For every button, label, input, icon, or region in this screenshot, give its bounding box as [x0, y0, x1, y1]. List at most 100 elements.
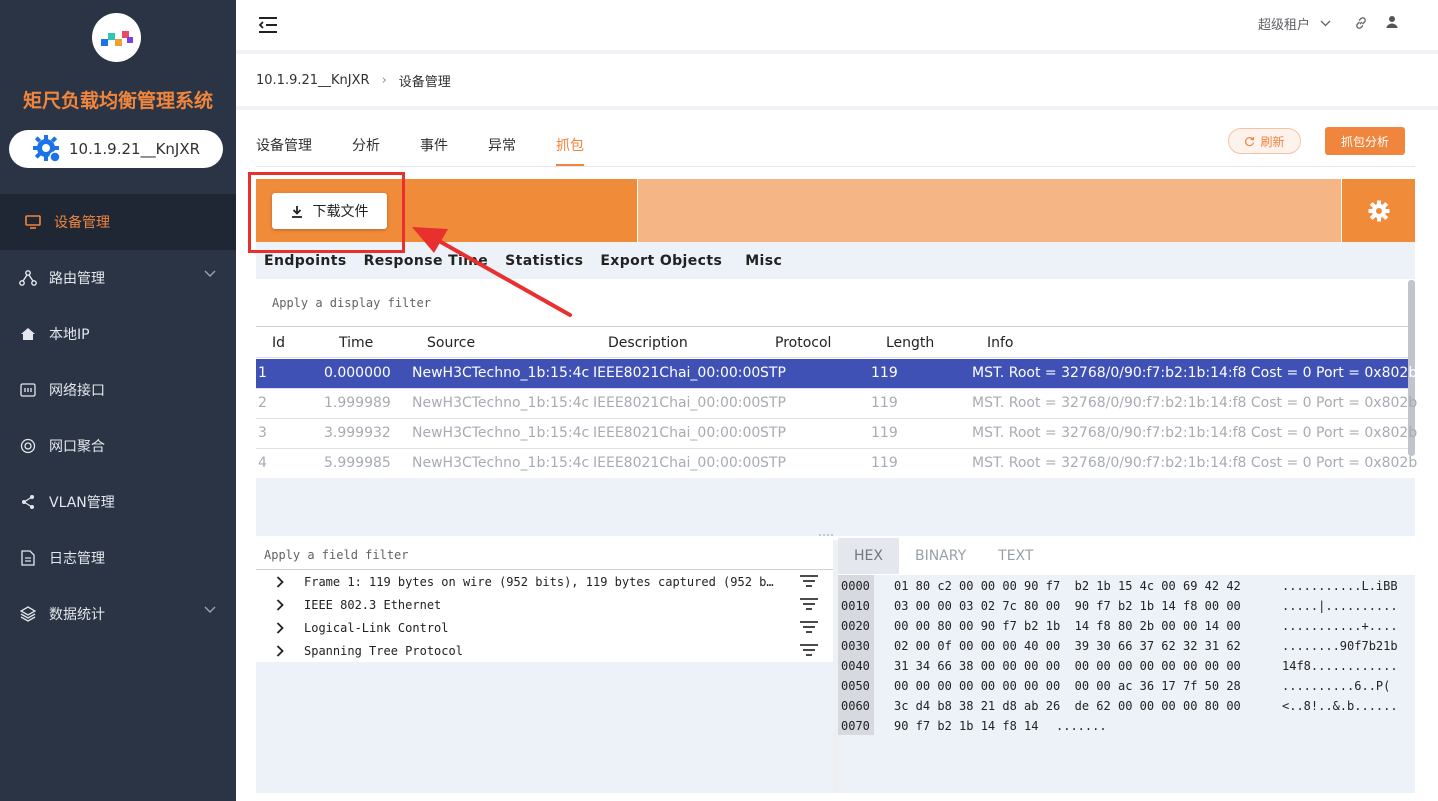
hex-ascii[interactable]: ...........+.... — [1282, 616, 1398, 636]
workspace-bottom-edge — [256, 793, 1415, 801]
tab-text[interactable]: TEXT — [982, 538, 1049, 574]
menu-export-objects[interactable]: Export Objects — [600, 253, 722, 269]
filter-icon[interactable] — [800, 643, 818, 657]
tree-node-ethernet[interactable]: IEEE 802.3 Ethernet — [256, 593, 833, 616]
settings-button[interactable] — [1342, 179, 1415, 242]
column-header[interactable]: Info — [987, 335, 1014, 351]
sidebar-item-local-ip[interactable]: 本地IP — [0, 306, 236, 362]
tab-binary[interactable]: BINARY — [899, 538, 982, 574]
hex-ascii[interactable]: .....|.......... — [1282, 596, 1398, 616]
column-header[interactable]: Id — [272, 335, 285, 351]
filter-icon[interactable] — [800, 574, 818, 588]
hex-ascii[interactable]: ..........6..P( — [1282, 676, 1390, 696]
sidebar-item-log-management[interactable]: 日志管理 — [0, 530, 236, 586]
tab-events[interactable]: 事件 — [420, 126, 448, 166]
monitor-icon — [24, 213, 42, 231]
packet-row[interactable]: 1 0.000000 NewH3CTechno_1b:15:4c IEEE802… — [256, 359, 1417, 389]
tree-node-stp[interactable]: Spanning Tree Protocol — [256, 639, 833, 662]
hex-bytes[interactable]: 31 34 66 38 00 00 00 00 00 00 00 00 00 0… — [894, 656, 1241, 676]
menu-misc[interactable]: Misc — [745, 253, 782, 269]
tab-capture[interactable]: 抓包 — [556, 126, 584, 166]
breadcrumb-root[interactable]: 10.1.9.21__KnJXR — [256, 73, 370, 88]
sidebar-item-device-management[interactable]: 设备管理 — [0, 194, 236, 250]
sidebar-item-data-statistics[interactable]: 数据统计 — [0, 586, 236, 642]
tenant-selector[interactable]: 10.1.9.21__KnJXR — [9, 130, 223, 168]
column-header[interactable]: Protocol — [775, 335, 831, 351]
sidebar-item-route-management[interactable]: 路由管理 — [0, 250, 236, 306]
breadcrumb: 10.1.9.21__KnJXR › 设备管理 — [236, 54, 1438, 106]
toolbar-band-light — [638, 179, 1341, 242]
hex-bytes[interactable]: 90 f7 b2 1b 14 f8 14 — [894, 716, 1039, 736]
column-header[interactable]: Time — [339, 335, 373, 351]
chevron-right-icon[interactable] — [256, 621, 304, 634]
sidebar-item-label: 数据统计 — [49, 607, 105, 623]
user-name: 超级租户 — [1258, 18, 1311, 33]
packet-description: IEEE8021Chai_00:00:00 — [593, 425, 761, 441]
packet-protocol: STP — [760, 455, 786, 471]
packet-info: MST. Root = 32768/0/90:f7:b2:1b:14:f8 Co… — [972, 455, 1418, 471]
packet-description: IEEE8021Chai_00:00:00 — [593, 395, 761, 411]
detail-tree-empty-area — [256, 662, 833, 793]
tab-analysis[interactable]: 分析 — [352, 126, 380, 166]
hex-bytes[interactable]: 03 00 00 03 02 7c 80 00 90 f7 b2 1b 14 f… — [894, 596, 1241, 616]
column-header[interactable]: Length — [886, 335, 934, 351]
hex-offset: 0000 — [841, 579, 870, 593]
hex-ascii[interactable]: <..8!..&.b...... — [1282, 696, 1398, 716]
aggregate-icon — [19, 437, 37, 455]
chevron-down-icon — [204, 270, 216, 277]
refresh-button[interactable]: 刷新 — [1228, 128, 1301, 154]
sidebar-item-port-aggregation[interactable]: 网口聚合 — [0, 418, 236, 474]
menu-endpoints[interactable]: Endpoints — [264, 253, 347, 269]
column-header[interactable]: Source — [427, 335, 475, 351]
annotation-arrow-icon — [412, 227, 572, 317]
tree-node-frame[interactable]: Frame 1: 119 bytes on wire (952 bits), 1… — [256, 570, 833, 593]
link-icon[interactable] — [1354, 16, 1368, 30]
packet-length: 119 — [871, 455, 898, 471]
hex-ascii[interactable]: ...........L.iBB — [1282, 576, 1398, 596]
hex-bytes[interactable]: 01 80 c2 00 00 00 90 f7 b2 1b 15 4c 00 6… — [894, 576, 1241, 596]
hex-dump: 0000 01 80 c2 00 00 00 90 f7 b2 1b 15 4c… — [838, 575, 1415, 793]
filter-icon[interactable] — [800, 597, 818, 611]
tree-node-llc[interactable]: Logical-Link Control — [256, 616, 833, 639]
packet-source: NewH3CTechno_1b:15:4c — [412, 395, 590, 411]
hex-offset: 0020 — [841, 619, 870, 633]
filter-icon[interactable] — [800, 620, 818, 634]
packet-row[interactable]: 3 3.999932 NewH3CTechno_1b:15:4c IEEE802… — [256, 419, 1417, 449]
hex-bytes[interactable]: 00 00 80 00 90 f7 b2 1b 14 f8 80 2b 00 0… — [894, 616, 1241, 636]
capture-analysis-button[interactable]: 抓包分析 — [1325, 127, 1405, 155]
resize-handle-icon[interactable] — [818, 533, 834, 537]
sidebar-item-label: 路由管理 — [49, 271, 105, 287]
hex-ascii[interactable]: 14f8............ — [1282, 656, 1398, 676]
chevron-right-icon[interactable] — [256, 644, 304, 657]
hex-bytes[interactable]: 3c d4 b8 38 21 d8 ab 26 de 62 00 00 00 0… — [894, 696, 1241, 716]
packet-protocol: STP — [760, 395, 786, 411]
column-header[interactable]: Description — [608, 335, 688, 351]
chevron-right-icon[interactable] — [256, 598, 304, 611]
packet-source: NewH3CTechno_1b:15:4c — [412, 365, 590, 381]
menu-fold-icon[interactable] — [257, 14, 279, 36]
tab-hex[interactable]: HEX — [838, 538, 899, 574]
packet-row[interactable]: 4 5.999985 NewH3CTechno_1b:15:4c IEEE802… — [256, 449, 1417, 479]
packet-source: NewH3CTechno_1b:15:4c — [412, 455, 590, 471]
hex-bytes[interactable]: 00 00 00 00 00 00 00 00 00 00 ac 36 17 7… — [894, 676, 1241, 696]
tab-device-management[interactable]: 设备管理 — [256, 126, 312, 166]
sidebar-item-vlan-management[interactable]: VLAN管理 — [0, 474, 236, 530]
user-menu[interactable]: 超级租户 — [1258, 14, 1331, 33]
hex-bytes[interactable]: 02 00 0f 00 00 00 40 00 39 30 66 37 62 3… — [894, 636, 1241, 656]
packet-time: 5.999985 — [324, 455, 391, 471]
hex-ascii[interactable]: ....... — [1056, 716, 1107, 736]
chevron-down-icon — [1320, 20, 1331, 27]
packet-row[interactable]: 2 1.999989 NewH3CTechno_1b:15:4c IEEE802… — [256, 389, 1417, 419]
interface-icon — [19, 381, 37, 399]
chevron-right-icon[interactable] — [256, 575, 304, 588]
packet-info: MST. Root = 32768/0/90:f7:b2:1b:14:f8 Co… — [972, 365, 1418, 381]
refresh-icon — [1245, 136, 1255, 146]
field-filter-input[interactable]: Apply a field filter — [256, 540, 833, 570]
packet-time: 1.999989 — [324, 395, 391, 411]
gear-icon — [1368, 200, 1389, 221]
packet-description: IEEE8021Chai_00:00:00 — [593, 455, 761, 471]
user-icon[interactable] — [1385, 15, 1399, 29]
sidebar-item-network-interface[interactable]: 网络接口 — [0, 362, 236, 418]
hex-ascii[interactable]: ........90f7b21b — [1282, 636, 1398, 656]
tab-anomalies[interactable]: 异常 — [488, 126, 516, 166]
